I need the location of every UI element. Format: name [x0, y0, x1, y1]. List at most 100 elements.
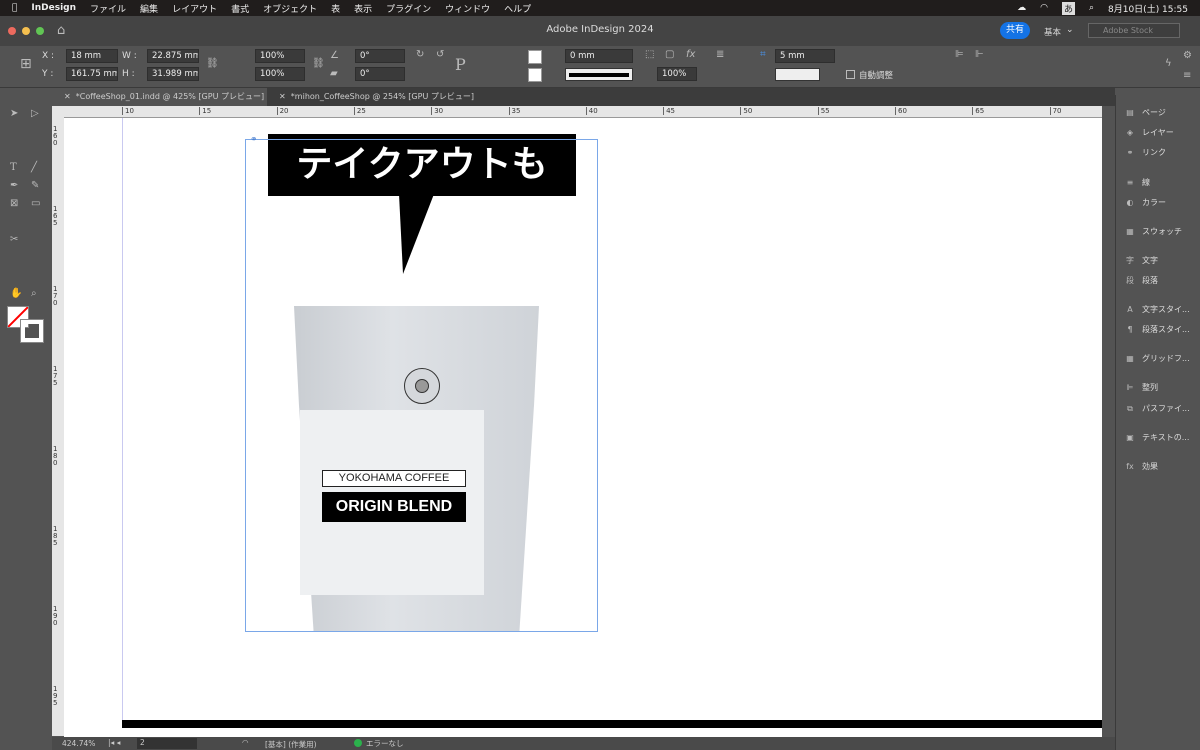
- first-page-button[interactable]: |◂ ◂: [108, 738, 120, 747]
- panel-stroke[interactable]: ≡ 線: [1124, 177, 1150, 188]
- frame-fitting-icon[interactable]: ⬚: [645, 49, 654, 60]
- stroke-weight-field[interactable]: 0 mm: [565, 49, 633, 63]
- tab-mihon-coffeeshop[interactable]: ✕ *mihon_CoffeeShop @ 254% [GPU プレビュー]: [267, 88, 482, 106]
- char-styles-icon: A: [1127, 305, 1133, 314]
- align-center-icon[interactable]: ⊩: [975, 49, 984, 60]
- panel-label: ページ: [1142, 108, 1166, 117]
- rectangle-tool-icon[interactable]: ▭: [31, 198, 40, 209]
- menu-icon[interactable]: ≡: [1183, 70, 1191, 81]
- menu-view[interactable]: 表示: [354, 2, 372, 15]
- panel-pathfinder[interactable]: ⧉ パスファイ...: [1124, 403, 1190, 414]
- ruler-tick-label: 180: [53, 445, 58, 467]
- panel-pages[interactable]: ▤ ページ: [1124, 107, 1166, 118]
- stroke-type-select[interactable]: [565, 68, 633, 81]
- shear-field[interactable]: 0°: [355, 67, 405, 81]
- text-wrap-icon: ▣: [1126, 433, 1134, 442]
- menu-layout[interactable]: レイアウト: [172, 2, 217, 15]
- scale-y-field[interactable]: 100%: [255, 67, 305, 81]
- search-icon[interactable]: ⌕: [1089, 3, 1094, 13]
- x-field[interactable]: 18 mm: [66, 49, 118, 63]
- quick-actions-icon[interactable]: ϟ: [1165, 58, 1172, 69]
- gear-icon[interactable]: ⚙: [1183, 50, 1192, 61]
- menu-object[interactable]: オブジェクト: [263, 2, 317, 15]
- share-button[interactable]: 共有: [1000, 22, 1030, 39]
- preflight-profile-icon[interactable]: ◠: [242, 738, 249, 747]
- drop-shadow-icon[interactable]: ▢: [665, 49, 674, 60]
- panel-layers[interactable]: ◈ レイヤー: [1124, 127, 1174, 138]
- reference-point-icon[interactable]: ⊞: [20, 56, 32, 72]
- link-scale-icon[interactable]: ⛓: [312, 58, 325, 69]
- paragraph-icon: 段: [1126, 276, 1134, 285]
- panel-character[interactable]: 字文字: [1124, 255, 1158, 266]
- tab-coffeeshop-01[interactable]: ✕ *CoffeeShop_01.indd @ 425% [GPU プレビュー]: [52, 88, 267, 106]
- panel-paragraph[interactable]: 段段落: [1124, 275, 1158, 286]
- vertical-ruler: 160 165 170 175 180 185 190 195: [52, 106, 64, 736]
- panel-grid[interactable]: ▦ グリッドフ...: [1124, 353, 1189, 364]
- width-field[interactable]: 22.875 mm: [147, 49, 199, 63]
- menu-plugins[interactable]: プラグイン: [386, 2, 431, 15]
- pencil-tool-icon[interactable]: ✎: [31, 180, 39, 191]
- menu-type[interactable]: 書式: [231, 2, 249, 15]
- selection-frame[interactable]: [245, 139, 598, 632]
- ruler-tick-label: 175: [53, 365, 58, 387]
- height-field[interactable]: 31.989 mm: [147, 67, 199, 81]
- stroke-color-box[interactable]: [20, 319, 44, 343]
- gap-field[interactable]: 5 mm: [775, 49, 835, 63]
- fill-swatch[interactable]: [528, 50, 542, 64]
- pen-tool-icon[interactable]: ✒: [10, 180, 18, 191]
- menu-file[interactable]: ファイル: [90, 2, 126, 15]
- ime-indicator[interactable]: あ: [1061, 1, 1075, 15]
- style-indicator[interactable]: [基本] (作業用): [265, 739, 317, 750]
- rotate-cw-icon[interactable]: ↻: [416, 49, 424, 60]
- panel-align[interactable]: ⊫ 整列: [1124, 382, 1158, 393]
- ruler-tick-label: 185: [53, 525, 58, 547]
- auto-fit-checkbox[interactable]: [846, 70, 855, 79]
- hand-tool-icon[interactable]: ✋: [10, 288, 22, 299]
- zoom-level[interactable]: 424.74%: [62, 739, 95, 748]
- corner-shape-select[interactable]: [775, 68, 820, 81]
- constrain-proportions-icon[interactable]: ⛓: [206, 58, 219, 69]
- wifi-icon[interactable]: ◠: [1040, 3, 1048, 13]
- panel-swatches[interactable]: ▦ スウォッチ: [1124, 226, 1182, 237]
- menu-window[interactable]: ウィンドウ: [445, 2, 490, 15]
- zoom-tool-icon[interactable]: ⌕: [31, 288, 37, 299]
- text-wrap-icon[interactable]: ≣: [716, 49, 724, 60]
- opacity-field[interactable]: 100%: [657, 67, 697, 81]
- rotate-field[interactable]: 0°: [355, 49, 405, 63]
- fx-icon[interactable]: fx: [686, 49, 695, 60]
- panel-label: パスファイ...: [1142, 404, 1190, 413]
- menu-app[interactable]: InDesign: [31, 3, 76, 13]
- menu-edit[interactable]: 編集: [140, 2, 158, 15]
- link-icon: ⚭: [250, 135, 258, 145]
- apple-icon[interactable]: : [12, 3, 17, 13]
- panel-text-wrap[interactable]: ▣ テキストの...: [1124, 432, 1189, 443]
- control-panel: ⊞ X : 18 mm Y : 161.75 mm W : 22.875 mm …: [0, 46, 1200, 88]
- adobe-stock-search[interactable]: Adobe Stock: [1088, 23, 1180, 38]
- panel-links[interactable]: ⚭ リンク: [1124, 147, 1166, 158]
- y-field[interactable]: 161.75 mm: [66, 67, 118, 81]
- selection-tool-icon[interactable]: ➤: [10, 108, 18, 119]
- panel-para-styles[interactable]: ¶ 段落スタイ...: [1124, 324, 1189, 335]
- menu-table[interactable]: 表: [331, 2, 340, 15]
- document-canvas[interactable]: YOKOHAMA COFFEE ORIGIN BLEND テイクアウトも ⚭: [64, 118, 1102, 737]
- panel-color[interactable]: ◐ カラー: [1124, 197, 1167, 208]
- scissors-tool-icon[interactable]: ✂: [10, 234, 18, 245]
- workspace-switcher[interactable]: 基本: [1044, 26, 1061, 38]
- panel-char-styles[interactable]: A 文字スタイ...: [1124, 304, 1189, 315]
- cloud-icon[interactable]: ☁: [1017, 3, 1026, 13]
- rectangle-frame-tool-icon[interactable]: ⊠: [10, 198, 18, 209]
- clock[interactable]: 8月10日(土) 15:55: [1108, 2, 1188, 15]
- scale-x-field[interactable]: 100%: [255, 49, 305, 63]
- direct-selection-tool-icon[interactable]: ▷: [31, 108, 39, 119]
- page-number-field[interactable]: 2: [137, 738, 197, 749]
- preflight-status[interactable]: エラーなし: [366, 738, 404, 749]
- panel-effects[interactable]: fx 効果: [1124, 461, 1158, 472]
- paragraph-p-icon[interactable]: P: [455, 55, 466, 74]
- line-tool-icon[interactable]: ╱: [31, 162, 37, 173]
- rotate-ccw-icon[interactable]: ↺: [436, 49, 444, 60]
- type-tool-icon[interactable]: T: [10, 162, 17, 173]
- menu-bar:  InDesign ファイル 編集 レイアウト 書式 オブジェクト 表 表示 …: [0, 0, 1200, 16]
- align-left-icon[interactable]: ⊫: [955, 49, 964, 60]
- menu-help[interactable]: ヘルプ: [504, 2, 531, 15]
- stroke-swatch[interactable]: [528, 68, 542, 82]
